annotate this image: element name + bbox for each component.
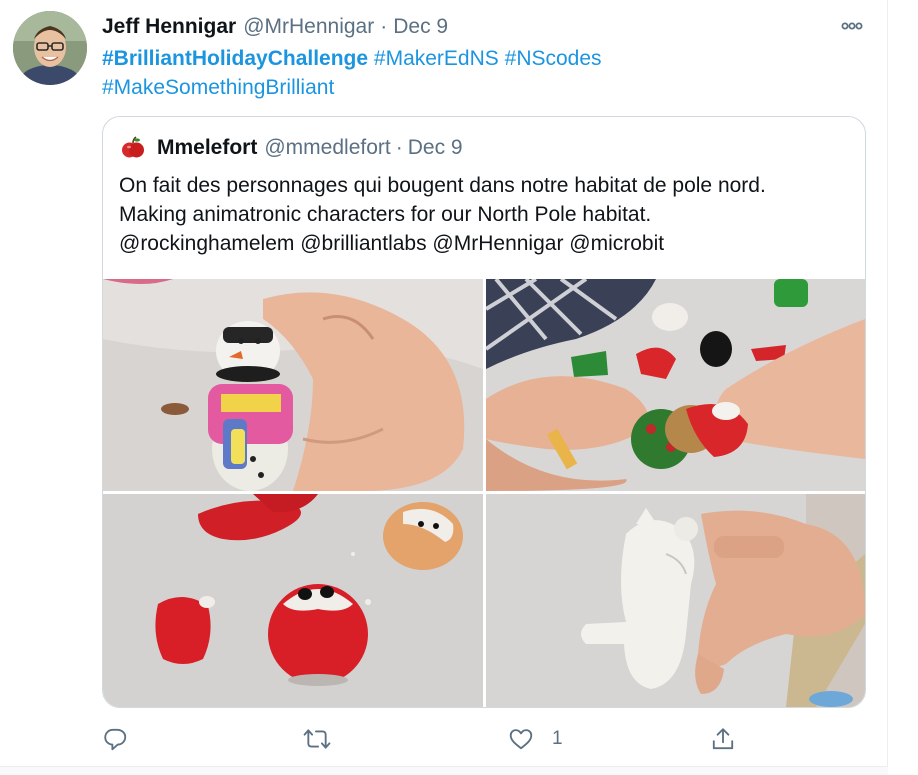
separator-dot: · <box>395 136 403 159</box>
author-avatar[interactable] <box>13 11 87 85</box>
separator-dot: · <box>380 15 388 38</box>
tweet-date[interactable]: Dec 9 <box>393 15 448 39</box>
hashtag-link[interactable]: #NScodes <box>505 47 602 70</box>
photo-santa-figures[interactable] <box>103 494 483 707</box>
author-handle[interactable]: @MrHennigar <box>243 15 374 39</box>
quoted-avatar-apple-icon[interactable] <box>119 134 147 162</box>
photo-grid <box>103 279 865 707</box>
heart-icon <box>508 726 534 752</box>
tweet-actions-bar: 1 <box>102 722 862 756</box>
retweet-button[interactable] <box>302 722 332 756</box>
share-icon <box>710 726 736 752</box>
quoted-text-line: Making animatronic characters for our No… <box>119 203 652 226</box>
quoted-date[interactable]: Dec 9 <box>408 136 463 160</box>
quoted-author-name[interactable]: Mmelefort <box>157 136 257 160</box>
hashtag-link[interactable]: #MakerEdNS <box>374 47 499 70</box>
photo-snowman[interactable] <box>103 279 483 491</box>
quoted-text-line: @rockinghamelem @brilliantlabs @MrHennig… <box>119 232 665 255</box>
timeline-divider <box>887 0 888 774</box>
like-button[interactable]: 1 <box>508 722 563 756</box>
quoted-text-line: On fait des personnages qui bougent dans… <box>119 174 766 197</box>
quoted-header: Mmelefort @mmedlefort · Dec 9 <box>119 133 463 163</box>
tweet-text: #BrilliantHolidayChallenge #MakerEdNS #N… <box>102 44 862 102</box>
hashtag-link[interactable]: #BrilliantHolidayChallenge <box>102 47 368 70</box>
photo-white-bear[interactable] <box>486 494 865 707</box>
quoted-author-handle[interactable]: @mmedlefort <box>264 136 390 160</box>
retweet-icon <box>302 726 332 752</box>
quoted-text: On fait des personnages qui bougent dans… <box>119 171 849 258</box>
tweet-header: Jeff Hennigar @MrHennigar · Dec 9 <box>102 12 448 42</box>
reply-icon <box>102 726 128 752</box>
reply-button[interactable] <box>102 722 128 756</box>
photo-hands-molding[interactable] <box>486 279 865 491</box>
more-options-icon[interactable] <box>836 12 868 40</box>
share-button[interactable] <box>710 722 736 756</box>
hashtag-link[interactable]: #MakeSomethingBrilliant <box>102 76 334 99</box>
quoted-tweet-card[interactable]: Mmelefort @mmedlefort · Dec 9 On fait de… <box>102 116 866 708</box>
like-count: 1 <box>552 728 563 749</box>
author-name[interactable]: Jeff Hennigar <box>102 15 236 39</box>
